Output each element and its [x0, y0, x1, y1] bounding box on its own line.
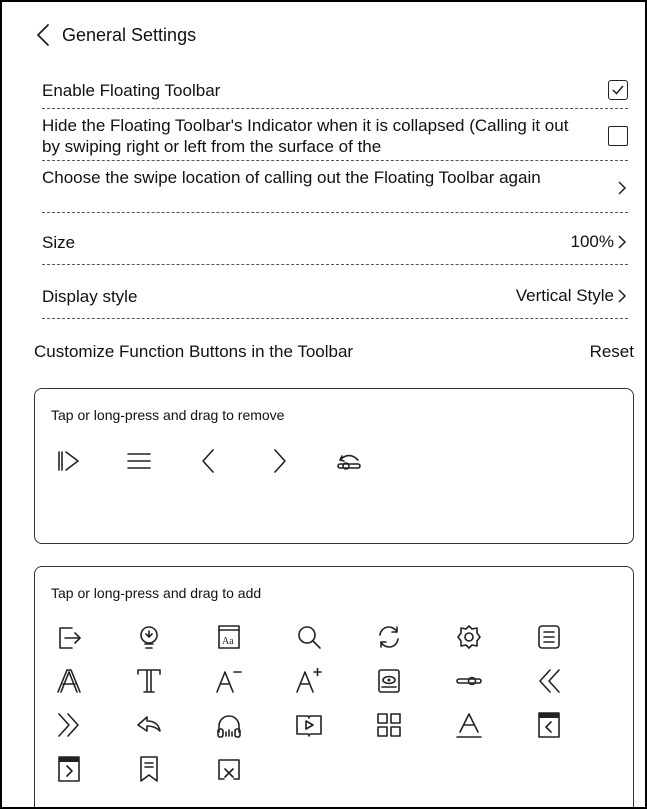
menu-icon[interactable]: [119, 439, 159, 483]
chevron-right-icon: [618, 235, 627, 249]
remove-panel: Tap or long-press and drag to remove: [34, 388, 634, 544]
add-panel: Tap or long-press and drag to add Aa: [34, 566, 634, 807]
rotate-icon[interactable]: [369, 615, 409, 659]
underline-a-icon[interactable]: [449, 703, 489, 747]
display-style-value: Vertical Style: [515, 286, 614, 305]
page-title: General Settings: [62, 24, 197, 45]
previous-page-icon[interactable]: [189, 439, 229, 483]
remove-hint: Tap or long-press and drag to remove: [51, 407, 285, 423]
font-decrease-icon[interactable]: [209, 659, 249, 703]
table-of-contents-icon[interactable]: [529, 615, 569, 659]
hide-indicator-row[interactable]: Hide the Floating Toolbar's Indicator wh…: [42, 112, 628, 161]
add-hint: Tap or long-press and drag to add: [51, 585, 262, 601]
hide-indicator-label: Hide the Floating Toolbar's Indicator wh…: [42, 116, 569, 156]
back-arrow-icon[interactable]: [129, 703, 169, 747]
double-chevron-right-icon[interactable]: [49, 703, 89, 747]
swipe-location-label: Choose the swipe location of calling out…: [42, 168, 541, 187]
size-value: 100%: [570, 232, 614, 251]
headphones-icon[interactable]: [209, 703, 249, 747]
chevron-right-icon: [618, 181, 627, 195]
chevron-right-icon: [618, 289, 627, 303]
previous-chapter-icon[interactable]: [529, 703, 569, 747]
back-button[interactable]: [32, 21, 54, 49]
header: General Settings: [32, 20, 196, 50]
font-box-icon[interactable]: Aa: [209, 615, 249, 659]
chevron-left-icon: [37, 24, 49, 46]
size-row[interactable]: Size 100%: [42, 220, 628, 265]
next-page-icon[interactable]: [259, 439, 299, 483]
screenshot-icon[interactable]: [369, 659, 409, 703]
slider-icon[interactable]: [449, 659, 489, 703]
display-style-label: Display style: [42, 286, 138, 306]
close-window-icon[interactable]: [209, 747, 249, 791]
gear-icon[interactable]: [449, 615, 489, 659]
reset-button[interactable]: Reset: [590, 342, 634, 362]
size-label: Size: [42, 232, 76, 252]
hide-indicator-checkbox[interactable]: [608, 126, 628, 146]
grid-icon[interactable]: [369, 703, 409, 747]
refresh-mode-icon[interactable]: [329, 439, 369, 483]
font-outline-icon[interactable]: [49, 659, 89, 703]
book-play-icon[interactable]: [289, 703, 329, 747]
enable-toolbar-checkbox[interactable]: [608, 80, 628, 100]
check-icon: [612, 85, 624, 95]
settings-screen: General Settings Enable Floating Toolbar…: [0, 0, 647, 809]
collapse-toolbar-icon[interactable]: [49, 439, 89, 483]
customize-header: Customize Function Buttons in the Toolba…: [34, 342, 634, 362]
light-bulb-icon[interactable]: [129, 615, 169, 659]
bookmark-icon[interactable]: [129, 747, 169, 791]
next-chapter-icon[interactable]: [49, 747, 89, 791]
exit-icon[interactable]: [49, 615, 89, 659]
font-increase-icon[interactable]: [289, 659, 329, 703]
enable-toolbar-label: Enable Floating Toolbar: [42, 80, 221, 100]
display-style-row[interactable]: Display style Vertical Style: [42, 274, 628, 319]
search-icon[interactable]: [289, 615, 329, 659]
svg-text:Aa: Aa: [222, 636, 234, 647]
enable-toolbar-row[interactable]: Enable Floating Toolbar: [42, 72, 628, 109]
customize-title: Customize Function Buttons in the Toolba…: [34, 342, 354, 361]
text-format-icon[interactable]: [129, 659, 169, 703]
swipe-location-row[interactable]: Choose the swipe location of calling out…: [42, 164, 628, 213]
double-chevron-left-icon[interactable]: [529, 659, 569, 703]
